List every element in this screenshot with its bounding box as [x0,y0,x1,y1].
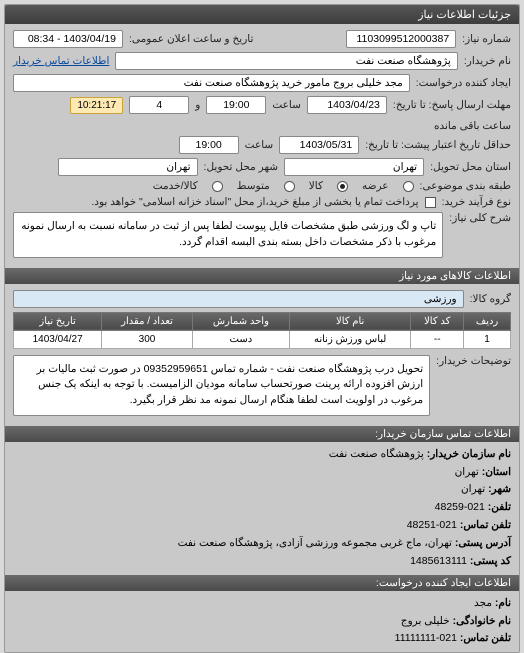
goods-table: ردیف کد کالا نام کالا واحد شمارش تعداد /… [13,312,511,349]
contact-block: نام سازمان خریدار: پژوهشگاه صنعت نفت است… [5,442,519,575]
delivery-city-label: شهر محل تحویل: [204,161,279,173]
requester-title: اطلاعات ایجاد کننده درخواست: [5,575,519,591]
radio-goods[interactable] [337,181,348,192]
col-date: تاریخ نیاز [14,312,102,330]
deadline-date: 1403/04/23 [307,96,387,114]
creator-label: ایجاد کننده درخواست: [416,77,511,89]
goods-body: گروه کالا: ورزشی ردیف کد کالا نام کالا و… [5,284,519,426]
delivery-city: تهران [58,158,198,176]
time-label-1: ساعت [272,99,301,111]
countdown: 10:21:17 [70,97,123,114]
delivery-state: تهران [284,158,424,176]
agreement-label: نوع فرآیند خرید: [442,196,511,208]
table-row: 1 -- لباس ورزش زنانه دست 300 1403/04/27 [14,330,511,348]
validity-time: 19:00 [179,136,239,154]
need-panel: جزئیات اطلاعات نیاز شماره نیاز: 11030995… [4,4,520,653]
partial-payment-checkbox[interactable] [425,197,436,208]
deadline-remain: 4 [129,96,189,114]
buyer-contact-link[interactable]: اطلاعات تماس خریدار [13,55,109,67]
radio-high[interactable] [403,181,414,192]
buyer-value: پژوهشگاه صنعت نفت [115,52,457,70]
announce-label: تاریخ و ساعت اعلان عمومی: [129,33,253,45]
table-header-row: ردیف کد کالا نام کالا واحد شمارش تعداد /… [14,312,511,330]
need-body: شماره نیاز: 1103099512000387 تاریخ و ساع… [5,24,519,268]
announce-value: 1403/04/19 - 08:34 [13,30,123,48]
packaging-label: طبقه بندی موضوعی: [420,180,511,192]
desc-text: تاپ و لگ ورزشی طبق مشخصات فایل پیوست لطف… [13,212,443,258]
radio-service[interactable] [212,181,223,192]
notes-text: تحویل درب پژوهشگاه صنعت نفت - شماره تماس… [13,355,430,416]
col-unit: واحد شمارش [192,312,289,330]
col-name: نام کالا [289,312,410,330]
number-label: شماره نیاز: [462,33,511,45]
radio-medium[interactable] [284,181,295,192]
contact-title: اطلاعات تماس سازمان خریدار: [5,426,519,442]
group-label: گروه کالا: [470,293,511,305]
col-row: ردیف [464,312,511,330]
time-label-2: ساعت [245,139,274,151]
buyer-label: نام خریدار: [464,55,511,67]
col-code: کد کالا [411,312,464,330]
desc-label: شرح کلی نیاز: [449,212,511,224]
and-label: و [195,99,200,111]
validity-date: 1403/05/31 [279,136,359,154]
deadline-time: 19:00 [206,96,266,114]
partial-payment-text: پرداخت تمام یا بخشی از مبلغ خرید،از محل … [91,196,418,208]
delivery-state-label: استان محل تحویل: [430,161,511,173]
remaining-label: ساعت باقی مانده [434,120,511,132]
group-value: ورزشی [13,290,464,308]
notes-label: توضیحات خریدار: [436,355,511,367]
creator-value: مجد خلیلی بروج مامور خرید پژوهشگاه صنعت … [13,74,410,92]
validity-label: حداقل تاریخ اعتبار پیشت: تا تاریخ: [365,139,511,151]
panel-title: جزئیات اطلاعات نیاز [5,5,519,24]
requester-block: نام: مجد نام خانوادگی: خلیلی بروج تلفن ت… [5,591,519,653]
goods-title: اطلاعات کالاهای مورد نیاز [5,268,519,284]
deadline-label: مهلت ارسال پاسخ: تا تاریخ: [393,99,511,111]
col-qty: تعداد / مقدار [102,312,193,330]
category-radios: عرضه کالا متوسط کالا/خدمت [153,180,414,192]
number-value: 1103099512000387 [346,30,456,48]
